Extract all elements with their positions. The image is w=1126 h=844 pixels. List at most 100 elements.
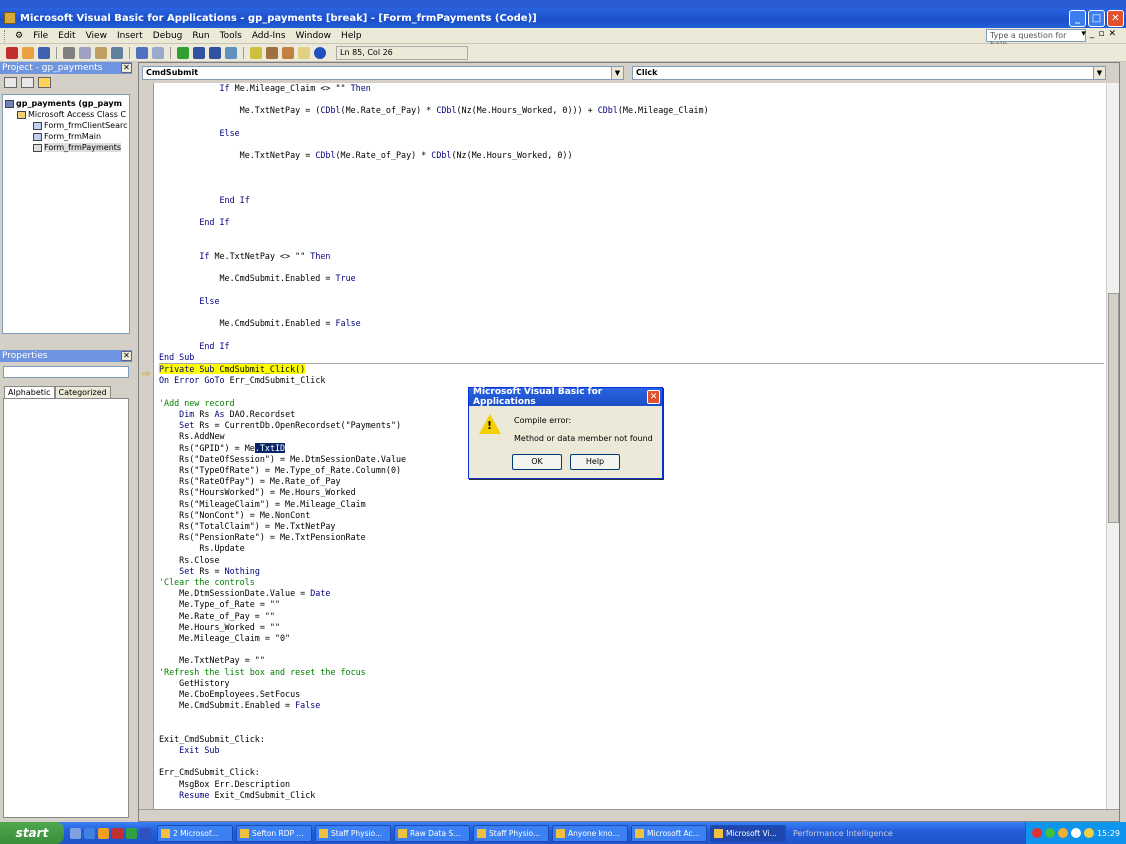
- ok-button[interactable]: OK: [512, 454, 562, 470]
- redo-icon[interactable]: [152, 46, 164, 59]
- title-bar: Microsoft Visual Basic for Applications …: [0, 8, 1126, 28]
- help-search-input[interactable]: Type a question for help: [986, 29, 1086, 49]
- system-tray: 15:29: [1024, 822, 1126, 844]
- show-desktop-icon[interactable]: [70, 827, 81, 839]
- menu-debug[interactable]: Debug: [148, 31, 188, 41]
- object-browser-icon[interactable]: [282, 46, 294, 59]
- task-microsoft-vba[interactable]: Microsoft Vi...: [710, 824, 786, 842]
- window-title: Microsoft Visual Basic for Applications …: [20, 12, 537, 24]
- menu-view[interactable]: View: [81, 31, 112, 41]
- help-button[interactable]: Help: [570, 454, 620, 470]
- task-anyone-know[interactable]: Anyone kno...: [552, 824, 628, 842]
- menu-file[interactable]: File: [28, 31, 53, 41]
- paste-icon[interactable]: [95, 46, 107, 59]
- object-select[interactable]: CmdSubmit ▼: [142, 66, 624, 80]
- tab-categorized[interactable]: Categorized: [54, 386, 111, 398]
- tray-icon[interactable]: [1057, 828, 1068, 838]
- view-access-icon[interactable]: [6, 46, 18, 59]
- start-button[interactable]: start: [0, 822, 64, 844]
- folder-icon: [17, 110, 26, 119]
- project-close-icon[interactable]: ✕: [121, 63, 132, 73]
- task-staff-physio-2[interactable]: Staff Physio...: [473, 824, 549, 842]
- cut-icon[interactable]: [63, 46, 75, 59]
- standard-toolbar: Ln 85, Col 26: [0, 44, 1126, 62]
- tray-icon[interactable]: [1083, 828, 1094, 838]
- reset-icon[interactable]: [209, 46, 221, 59]
- code-margin[interactable]: ⇨: [139, 83, 154, 811]
- design-mode-icon[interactable]: [225, 46, 237, 59]
- properties-close-icon[interactable]: ✕: [121, 351, 132, 361]
- dialog-close-icon[interactable]: ✕: [647, 390, 660, 404]
- task-raw-data[interactable]: Raw Data S...: [394, 824, 470, 842]
- undo-icon[interactable]: [136, 46, 148, 59]
- menu-insert[interactable]: Insert: [112, 31, 148, 41]
- menu-run[interactable]: Run: [187, 31, 214, 41]
- properties-object-select[interactable]: [3, 366, 129, 378]
- project-explorer: Project - gp_payments ✕ gp_payments (gp_…: [0, 62, 132, 407]
- tray-icon[interactable]: [1031, 828, 1042, 838]
- find-icon[interactable]: [111, 46, 123, 59]
- copy-icon[interactable]: [79, 46, 91, 59]
- toolbar-separator: [243, 46, 244, 59]
- properties-window: Properties ✕ Alphabetic Categorized: [0, 350, 132, 822]
- tray-icon[interactable]: [1044, 828, 1055, 838]
- project-explorer-titlebar: Project - gp_payments ✕: [0, 62, 132, 74]
- toolbar-separator: [56, 46, 57, 59]
- task-icon: [556, 828, 565, 838]
- cursor-position: Ln 85, Col 26: [336, 45, 468, 60]
- mdi-window-buttons[interactable]: ▾_▫✕: [1081, 29, 1120, 39]
- view-code-icon[interactable]: [4, 77, 17, 88]
- toolbar-separator: [129, 46, 130, 59]
- vba-app-icon: [4, 12, 16, 24]
- task-staff-physio-1[interactable]: Staff Physio...: [315, 824, 391, 842]
- dialog-message-heading: Compile error:: [514, 416, 572, 425]
- task-icon: [161, 828, 170, 838]
- chevron-down-icon: ▼: [611, 67, 623, 79]
- top-strip: [0, 0, 1126, 8]
- procedure-select[interactable]: Click ▼: [632, 66, 1106, 80]
- outlook-icon[interactable]: [98, 827, 109, 839]
- menu-help[interactable]: Help: [336, 31, 367, 41]
- break-icon[interactable]: [193, 46, 205, 59]
- menu-tools[interactable]: Tools: [215, 31, 247, 41]
- task-outlook[interactable]: 2 Microsof...: [157, 824, 233, 842]
- tree-node-form-main[interactable]: Form_frmMain: [3, 131, 129, 142]
- close-button[interactable]: ✕: [1107, 9, 1124, 27]
- minimize-button[interactable]: _: [1069, 9, 1086, 27]
- view-object-icon[interactable]: [21, 77, 34, 88]
- tree-node-class-objects[interactable]: Microsoft Access Class C: [3, 109, 129, 120]
- run-icon[interactable]: [177, 46, 189, 59]
- task-microsoft-access[interactable]: Microsoft Ac...: [631, 824, 707, 842]
- tree-node-form-client-search[interactable]: Form_frmClientSearc: [3, 120, 129, 131]
- menu-edit[interactable]: Edit: [53, 31, 80, 41]
- tray-icon[interactable]: [1070, 828, 1081, 838]
- menu-bar: ⚙ File Edit View Insert Debug Run Tools …: [0, 28, 1126, 49]
- code-vscrollbar[interactable]: [1106, 83, 1119, 811]
- insert-module-icon[interactable]: [22, 46, 34, 59]
- menu-window[interactable]: Window: [291, 31, 337, 41]
- access-icon[interactable]: [112, 827, 123, 839]
- tree-node-project[interactable]: gp_payments (gp_paym: [3, 98, 129, 109]
- tab-alphabetic[interactable]: Alphabetic: [4, 386, 55, 398]
- save-icon[interactable]: [38, 46, 50, 59]
- toolbox-icon[interactable]: [298, 46, 310, 59]
- project-explorer-icon[interactable]: [250, 46, 262, 59]
- ie-icon[interactable]: [84, 827, 95, 839]
- excel-icon[interactable]: [126, 827, 137, 839]
- form-icon: [33, 143, 42, 152]
- code-hscrollbar[interactable]: [139, 809, 1119, 821]
- vba-menu-icon[interactable]: ⚙: [10, 31, 28, 41]
- scroll-thumb[interactable]: [1108, 293, 1119, 523]
- help-icon[interactable]: [314, 46, 326, 59]
- task-rdp[interactable]: Sefton RDP ...: [236, 824, 312, 842]
- maximize-button[interactable]: □: [1088, 9, 1105, 27]
- word-icon[interactable]: [140, 827, 151, 839]
- properties-titlebar: Properties ✕: [0, 350, 132, 362]
- task-icon: [477, 828, 486, 838]
- toggle-folders-icon[interactable]: [38, 77, 51, 88]
- properties-window-icon[interactable]: [266, 46, 278, 59]
- performance-intelligence-toolbar[interactable]: Performance Intelligence: [793, 829, 893, 838]
- menu-add-ins[interactable]: Add-Ins: [247, 31, 291, 41]
- warning-icon: !: [479, 414, 501, 434]
- tree-node-form-payments[interactable]: Form_frmPayments: [3, 142, 129, 153]
